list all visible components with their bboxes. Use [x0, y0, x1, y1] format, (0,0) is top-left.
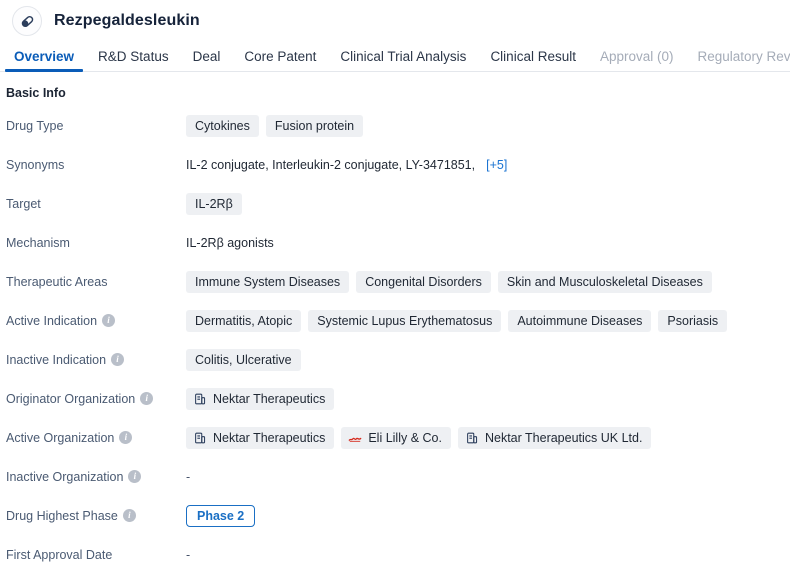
organization-name: Nektar Therapeutics UK Ltd.	[485, 431, 642, 445]
organization-name: Nektar Therapeutics	[213, 431, 325, 445]
info-icon[interactable]: i	[119, 431, 132, 444]
tab-approval[interactable]: Approval (0)	[588, 49, 686, 71]
label-inactive-indication-text: Inactive Indication	[6, 353, 106, 367]
label-synonyms-text: Synonyms	[6, 158, 64, 172]
chip-organization[interactable]: Eli Lilly & Co.	[341, 427, 451, 449]
chip-therapeutic-area[interactable]: Immune System Diseases	[186, 271, 349, 293]
row-drug-highest-phase: Drug Highest Phase i Phase 2	[0, 496, 790, 535]
row-originator-organization: Originator Organization i Nektar Therape…	[0, 379, 790, 418]
building-icon	[193, 392, 207, 406]
row-active-indication: Active Indication i Dermatitis, Atopic S…	[0, 301, 790, 340]
chip-therapeutic-area[interactable]: Skin and Musculoskeletal Diseases	[498, 271, 712, 293]
label-therapeutic-areas-text: Therapeutic Areas	[6, 275, 107, 289]
building-icon	[465, 431, 479, 445]
synonyms-more-link[interactable]: [+5]	[486, 158, 507, 172]
label-mechanism: Mechanism	[6, 236, 186, 250]
info-icon[interactable]: i	[128, 470, 141, 483]
synonyms-text: IL-2 conjugate, Interleukin-2 conjugate,…	[186, 158, 475, 172]
row-inactive-indication: Inactive Indication i Colitis, Ulcerativ…	[0, 340, 790, 379]
tab-deal[interactable]: Deal	[181, 49, 233, 71]
lilly-script-logo	[348, 431, 362, 445]
tab-core-patent[interactable]: Core Patent	[232, 49, 328, 71]
value-active-organization: Nektar Therapeutics Eli Lilly & Co. Nekt…	[186, 427, 651, 449]
page-title: Rezpegaldesleukin	[54, 12, 200, 30]
tab-rd-status[interactable]: R&D Status	[86, 49, 181, 71]
value-mechanism: IL-2Rβ agonists	[186, 236, 274, 250]
status-badge-phase[interactable]: Phase 2	[186, 505, 255, 527]
value-first-approval-date: -	[186, 548, 190, 562]
row-target: Target IL-2Rβ	[0, 184, 790, 223]
row-synonyms: Synonyms IL-2 conjugate, Interleukin-2 c…	[0, 145, 790, 184]
label-first-approval-date-text: First Approval Date	[6, 548, 112, 562]
row-inactive-organization: Inactive Organization i -	[0, 457, 790, 496]
label-first-approval-date: First Approval Date	[6, 548, 186, 562]
chip-active-indication[interactable]: Psoriasis	[658, 310, 727, 332]
info-icon[interactable]: i	[140, 392, 153, 405]
chip-organization[interactable]: Nektar Therapeutics UK Ltd.	[458, 427, 651, 449]
chip-active-indication[interactable]: Dermatitis, Atopic	[186, 310, 301, 332]
label-target: Target	[6, 197, 186, 211]
section-title-basic-info: Basic Info	[6, 86, 790, 100]
organization-name: Nektar Therapeutics	[213, 392, 325, 406]
label-active-organization: Active Organization i	[6, 431, 186, 445]
tab-clinical-trial-analysis[interactable]: Clinical Trial Analysis	[328, 49, 478, 71]
info-icon[interactable]: i	[102, 314, 115, 327]
label-originator-organization: Originator Organization i	[6, 392, 186, 406]
row-first-approval-date: First Approval Date -	[0, 535, 790, 574]
chip-organization[interactable]: Nektar Therapeutics	[186, 388, 334, 410]
label-synonyms: Synonyms	[6, 158, 186, 172]
chip-target[interactable]: IL-2Rβ	[186, 193, 242, 215]
row-therapeutic-areas: Therapeutic Areas Immune System Diseases…	[0, 262, 790, 301]
info-icon[interactable]: i	[111, 353, 124, 366]
tab-regulatory-review[interactable]: Regulatory Review (0)	[686, 49, 790, 71]
label-inactive-indication: Inactive Indication i	[6, 353, 186, 367]
tab-clinical-result[interactable]: Clinical Result	[478, 49, 588, 71]
value-inactive-organization: -	[186, 470, 190, 484]
tab-bar: Overview R&D Status Deal Core Patent Cli…	[0, 42, 790, 72]
capsule-icon-svg	[19, 13, 36, 30]
chip-active-indication[interactable]: Systemic Lupus Erythematosus	[308, 310, 501, 332]
value-target: IL-2Rβ	[186, 193, 242, 215]
label-target-text: Target	[6, 197, 41, 211]
inactive-organization-value: -	[186, 470, 190, 484]
capsule-icon	[12, 6, 42, 36]
label-drug-highest-phase-text: Drug Highest Phase	[6, 509, 118, 523]
basic-info-rows: Drug Type Cytokines Fusion protein Synon…	[0, 106, 790, 574]
value-synonyms: IL-2 conjugate, Interleukin-2 conjugate,…	[186, 158, 507, 172]
value-drug-type: Cytokines Fusion protein	[186, 115, 363, 137]
mechanism-text: IL-2Rβ agonists	[186, 236, 274, 250]
label-drug-highest-phase: Drug Highest Phase i	[6, 509, 186, 523]
chip-therapeutic-area[interactable]: Congenital Disorders	[356, 271, 491, 293]
label-active-indication-text: Active Indication	[6, 314, 97, 328]
chip-active-indication[interactable]: Autoimmune Diseases	[508, 310, 651, 332]
label-mechanism-text: Mechanism	[6, 236, 70, 250]
row-mechanism: Mechanism IL-2Rβ agonists	[0, 223, 790, 262]
label-active-indication: Active Indication i	[6, 314, 186, 328]
page-header: Rezpegaldesleukin	[0, 0, 790, 42]
value-therapeutic-areas: Immune System Diseases Congenital Disord…	[186, 271, 712, 293]
info-icon[interactable]: i	[123, 509, 136, 522]
label-drug-type-text: Drug Type	[6, 119, 63, 133]
first-approval-date-value: -	[186, 548, 190, 562]
chip-drug-type[interactable]: Cytokines	[186, 115, 259, 137]
label-originator-organization-text: Originator Organization	[6, 392, 135, 406]
label-drug-type: Drug Type	[6, 119, 186, 133]
row-drug-type: Drug Type Cytokines Fusion protein	[0, 106, 790, 145]
chip-drug-type[interactable]: Fusion protein	[266, 115, 363, 137]
tab-overview[interactable]: Overview	[2, 49, 86, 71]
value-active-indication: Dermatitis, Atopic Systemic Lupus Erythe…	[186, 310, 727, 332]
value-drug-highest-phase: Phase 2	[186, 505, 255, 527]
label-inactive-organization: Inactive Organization i	[6, 470, 186, 484]
organization-name: Eli Lilly & Co.	[368, 431, 442, 445]
value-originator-organization: Nektar Therapeutics	[186, 388, 334, 410]
label-therapeutic-areas: Therapeutic Areas	[6, 275, 186, 289]
chip-organization[interactable]: Nektar Therapeutics	[186, 427, 334, 449]
building-icon	[193, 431, 207, 445]
label-inactive-organization-text: Inactive Organization	[6, 470, 123, 484]
row-active-organization: Active Organization i Nektar Therapeutic…	[0, 418, 790, 457]
chip-inactive-indication[interactable]: Colitis, Ulcerative	[186, 349, 301, 371]
label-active-organization-text: Active Organization	[6, 431, 114, 445]
value-inactive-indication: Colitis, Ulcerative	[186, 349, 301, 371]
